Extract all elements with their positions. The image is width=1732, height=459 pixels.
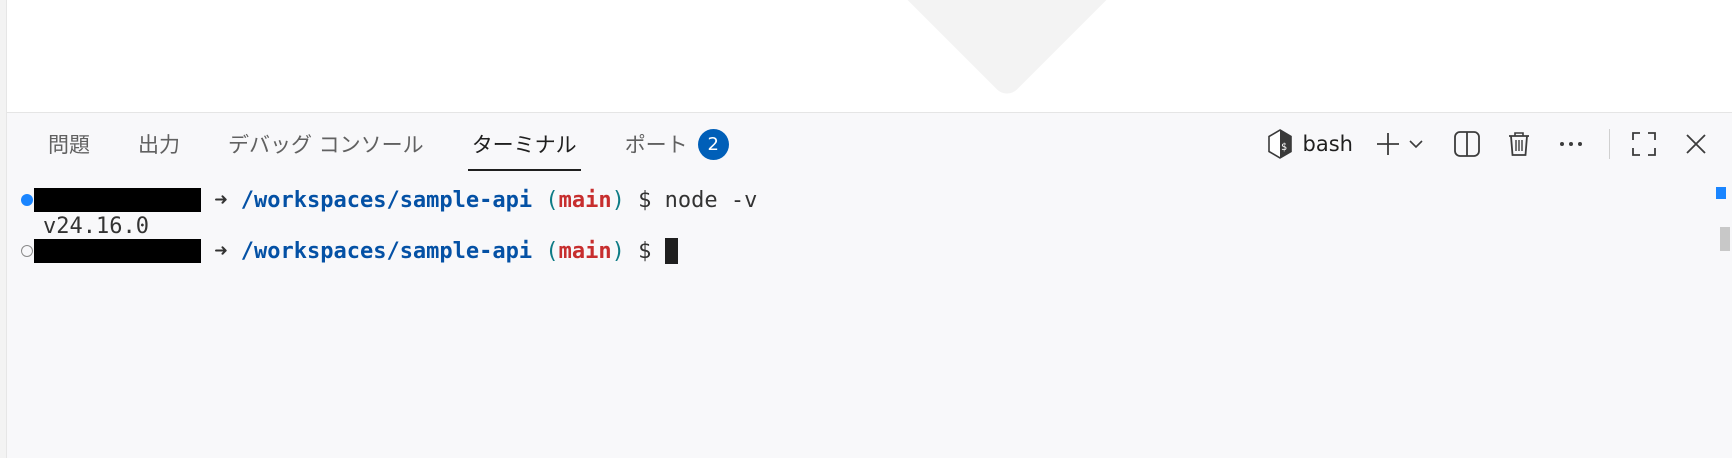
close-panel-button[interactable] (1676, 124, 1716, 164)
maximize-icon (1631, 131, 1657, 157)
shell-label: bash (1302, 132, 1353, 156)
tab-problems[interactable]: 問題 (48, 113, 90, 175)
scrollbar-command-marker (1716, 187, 1726, 199)
close-icon (1685, 133, 1707, 155)
prompt-paren-open: ( (532, 238, 559, 264)
maximize-panel-button[interactable] (1624, 124, 1664, 164)
redacted-username: @ (34, 188, 201, 212)
tab-output-label: 出力 (138, 133, 180, 157)
prompt-symbol: $ (638, 187, 652, 213)
prompt-branch: main (558, 238, 612, 264)
split-icon (1453, 130, 1481, 158)
tab-terminal[interactable]: ターミナル (467, 113, 581, 175)
ports-count-badge: 2 (697, 128, 729, 160)
tab-terminal-label: ターミナル (471, 133, 577, 157)
prompt-arrow: ➜ (214, 187, 228, 213)
prompt-symbol: $ (638, 238, 652, 264)
kill-terminal-button[interactable] (1499, 124, 1539, 164)
panel-tabs: 問題 出力 デバッグ コンソール ターミナル ポート 2 (7, 113, 777, 175)
bottom-panel: 問題 出力 デバッグ コンソール ターミナル ポート 2 $ bash ➜ /w… (7, 112, 1732, 458)
prompt-branch: main (558, 187, 612, 213)
editor-watermark-logo (872, 0, 1142, 100)
trash-icon (1506, 130, 1532, 158)
terminal-cursor (664, 238, 678, 264)
prompt-arrow: ➜ (214, 238, 228, 264)
activity-edge (0, 0, 7, 458)
terminal-command: node -v (664, 187, 758, 213)
prompt-paren-close: ) (611, 187, 625, 213)
bash-shell-icon: $ (1267, 129, 1293, 159)
redacted-username: @ (34, 239, 201, 263)
tab-output[interactable]: 出力 (138, 113, 180, 175)
add-icon (1375, 131, 1401, 157)
terminal-line: @ ➜ /workspaces/sample-api (main) $ node… (7, 186, 757, 214)
terminal-line: @ ➜ /workspaces/sample-api (main) $ (7, 237, 678, 265)
tab-ports-label: ポート (624, 133, 688, 157)
terminal-profile-dropdown[interactable] (1403, 124, 1429, 164)
terminal-scrollbar-thumb[interactable] (1720, 227, 1730, 251)
editor-area (7, 0, 1732, 112)
terminal-toolbar: $ bash (1267, 113, 1732, 175)
toolbar-separator (1609, 129, 1610, 159)
more-icon (1559, 140, 1583, 148)
tab-ports[interactable]: ポート 2 (625, 113, 729, 175)
terminal-output-line: v24.16.0 (7, 212, 149, 240)
split-terminal-button[interactable] (1447, 124, 1487, 164)
more-actions-button[interactable] (1551, 124, 1591, 164)
prompt-paren-close: ) (611, 238, 625, 264)
tab-problems-label: 問題 (48, 133, 90, 157)
prompt-paren-open: ( (532, 187, 559, 213)
shell-selector-button[interactable]: $ bash (1267, 124, 1353, 164)
svg-text:$: $ (1281, 142, 1287, 153)
tab-debug-console[interactable]: デバッグ コンソール (228, 113, 424, 175)
new-terminal-button[interactable] (1373, 124, 1403, 164)
prompt-path: /workspaces/sample-api (240, 238, 533, 264)
prompt-path: /workspaces/sample-api (240, 187, 533, 213)
chevron-down-icon (1408, 138, 1424, 150)
tab-debug-console-label: デバッグ コンソール (228, 133, 424, 157)
command-output: v24.16.0 (43, 213, 149, 239)
terminal-view[interactable]: @ ➜ /workspaces/sample-api (main) $ node… (7, 175, 1707, 459)
